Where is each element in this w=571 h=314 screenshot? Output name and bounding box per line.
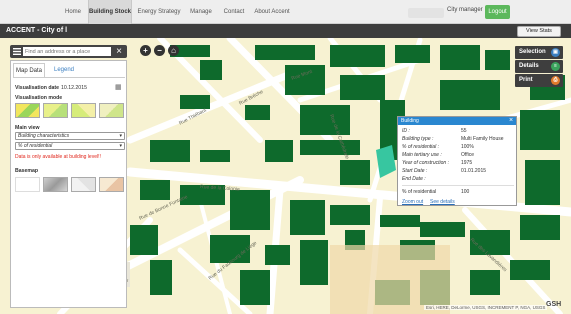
popup-row-label: % of residential : — [402, 144, 439, 150]
basemap-thumbnail-2[interactable] — [43, 177, 68, 192]
nav-contact[interactable]: Contact — [218, 0, 250, 24]
basemap-thumbnail-1[interactable] — [15, 177, 40, 192]
availability-warning: Data is only available at building level… — [15, 154, 101, 160]
mode-thumbnail-4[interactable] — [99, 103, 124, 118]
zoom-out-icon[interactable]: − — [154, 45, 165, 56]
basemap-label: Basemap — [15, 168, 39, 174]
popup-summary-value: 100 — [461, 189, 470, 195]
logo: GSH — [546, 301, 562, 308]
mode-thumbnail-3[interactable] — [71, 103, 96, 118]
popup-row-label: Year of construction : — [402, 160, 449, 166]
view-stats-button[interactable]: View Stats — [517, 26, 561, 37]
popup-divider — [402, 185, 514, 186]
popup-row-value: Office — [461, 152, 474, 158]
main-view-select[interactable]: Building characteristics ▾ — [15, 132, 125, 140]
search-input[interactable] — [23, 47, 111, 56]
popup-row-value: 55 — [461, 128, 467, 134]
large-block — [330, 245, 450, 314]
basemap-thumbnail-4[interactable] — [99, 177, 124, 192]
calendar-icon[interactable]: ▦ — [115, 83, 122, 91]
tab-map-data[interactable]: Map Data — [13, 63, 45, 77]
top-navigation: Home Building Stock Energy Strategy Mana… — [0, 0, 571, 24]
print-button[interactable]: Print ⎙ — [515, 74, 563, 87]
visualisation-date-value: 10.12.2015 — [61, 85, 87, 91]
close-icon[interactable]: × — [113, 45, 125, 58]
nav-home[interactable]: Home — [58, 0, 88, 24]
popup-row-value: 100% — [461, 144, 474, 150]
visualisation-date-label: Visualisation date — [15, 85, 60, 91]
popup-row-value: 01.01.2015 — [461, 168, 487, 174]
main-view-label: Main view — [15, 125, 40, 131]
zoom-out-link[interactable]: Zoom out — [402, 199, 423, 205]
nav-manage[interactable]: Manage — [186, 0, 216, 24]
basemap-thumbnail-3[interactable] — [71, 177, 96, 192]
user-role: City manager — [447, 7, 483, 13]
selection-button[interactable]: Selection ▣ — [515, 46, 563, 59]
zoom-in-icon[interactable]: + — [140, 45, 151, 56]
popup-summary-label: % of residential — [402, 189, 437, 195]
tab-divider — [13, 77, 125, 78]
map-data-panel: Map Data Legend Visualisation date 10.12… — [10, 60, 127, 308]
app-titlebar: ACCENT - City of l — [0, 24, 571, 38]
app-title: ACCENT - City of l — [6, 27, 68, 34]
sub-view-select[interactable]: % of residential ▾ — [15, 142, 125, 150]
selection-icon: ▣ — [551, 48, 560, 57]
home-icon[interactable]: ⌂ — [168, 45, 179, 56]
visualisation-mode-label: Visualisation mode — [15, 95, 63, 101]
chevron-down-icon: ▾ — [119, 143, 122, 149]
mode-thumbnail-1[interactable] — [15, 103, 40, 118]
popup-row-value: 1975 — [461, 160, 473, 166]
see-details-link[interactable]: See details — [430, 199, 455, 205]
popup-row-label: End Date : — [402, 176, 426, 182]
nav-about[interactable]: About Accent — [252, 0, 292, 24]
building-popup: Building × ID : 55 Building type : Multi… — [397, 116, 517, 206]
map-attribution: Esri, HERE, DeLorme, USGS, INCREMENT P, … — [424, 305, 548, 310]
close-icon[interactable]: × — [507, 117, 515, 125]
popup-row-value: Multi Family House — [461, 136, 504, 142]
mode-thumbnail-2[interactable] — [43, 103, 68, 118]
details-icon: ≡ — [551, 62, 560, 71]
popup-title: Building — [398, 117, 516, 125]
user-name-box — [408, 8, 444, 18]
menu-icon[interactable] — [12, 47, 22, 56]
popup-row-label: Start Date : — [402, 168, 428, 174]
nav-building-stock[interactable]: Building Stock — [88, 0, 132, 24]
logout-button[interactable]: Logout — [485, 5, 510, 19]
popup-row-label: Building type : — [402, 136, 434, 142]
popup-row-label: Main tertiary use : — [402, 152, 442, 158]
tab-legend[interactable]: Legend — [49, 63, 79, 77]
popup-row-label: ID : — [402, 128, 410, 134]
print-icon: ⎙ — [551, 76, 560, 85]
nav-energy-strategy[interactable]: Energy Strategy — [134, 0, 184, 24]
chevron-down-icon: ▾ — [119, 133, 122, 139]
details-button[interactable]: Details ≡ — [515, 60, 563, 73]
